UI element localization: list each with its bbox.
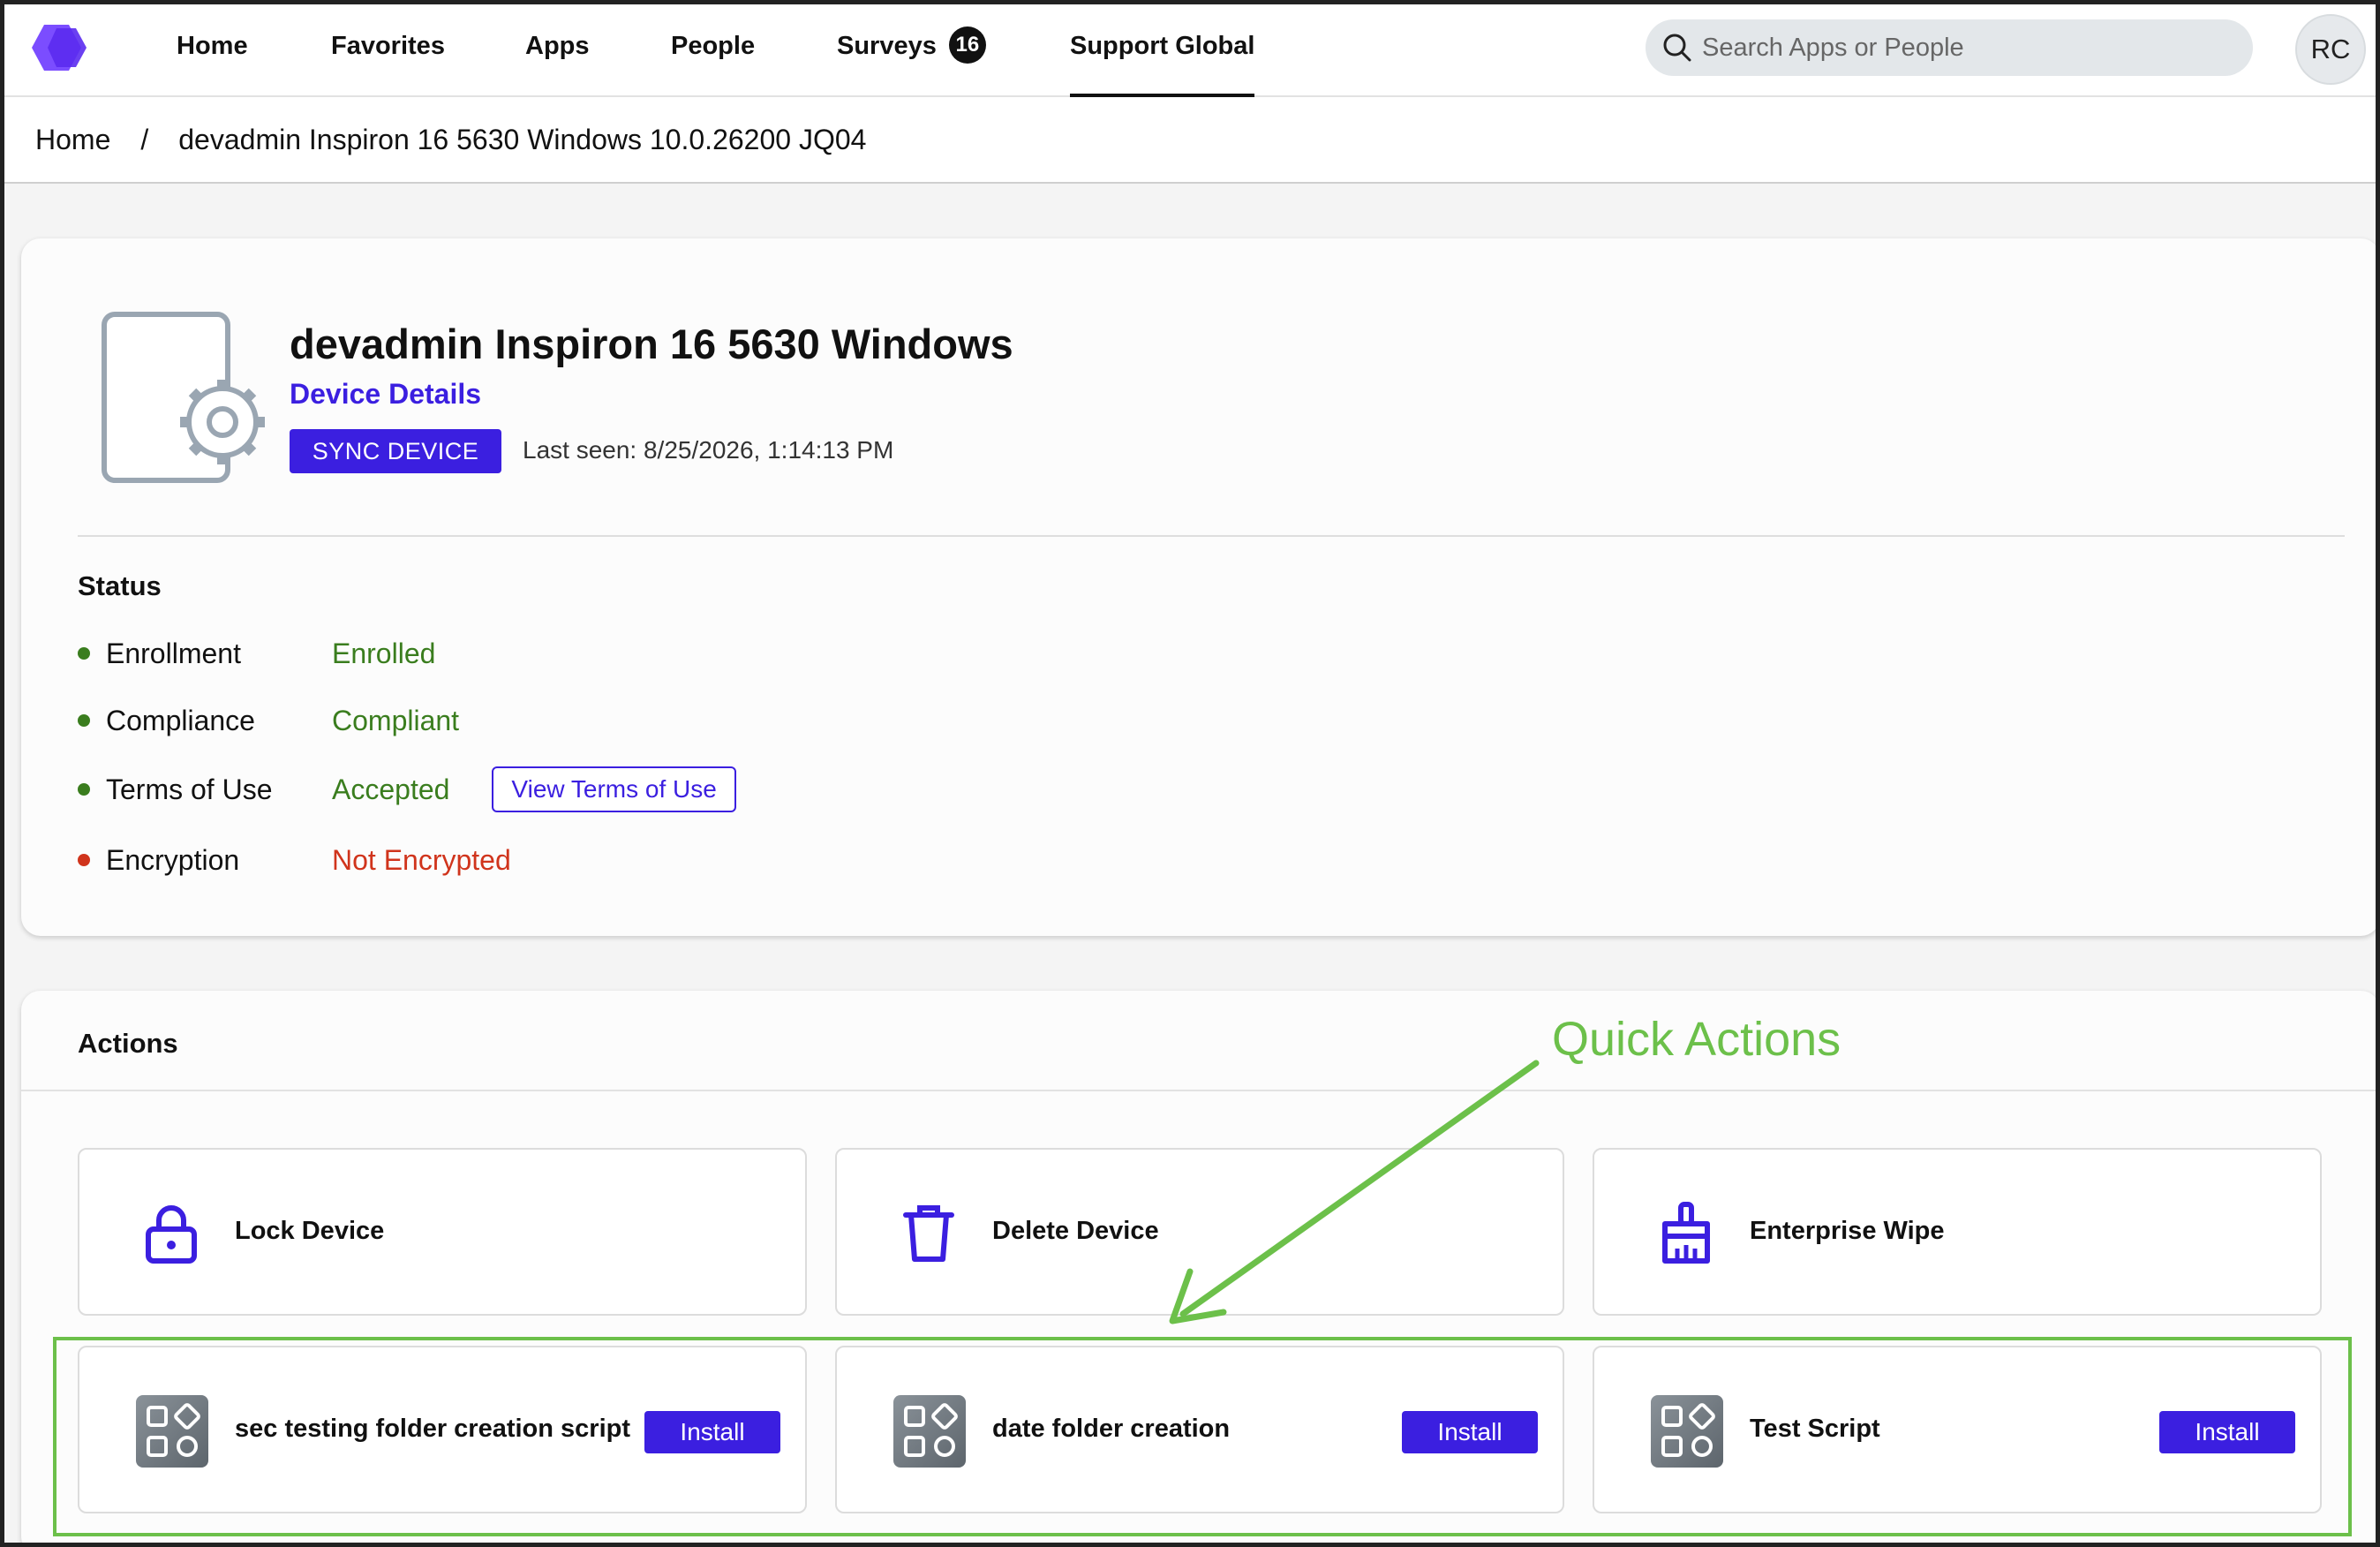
status-row-compliance: Compliance Compliant xyxy=(78,701,459,740)
status-dot-green xyxy=(78,783,90,796)
status-label: Compliance xyxy=(106,704,255,736)
search-input[interactable] xyxy=(1702,33,2232,63)
lock-icon xyxy=(146,1205,197,1264)
device-settings-icon xyxy=(102,312,265,483)
search-box[interactable] xyxy=(1646,19,2253,76)
status-heading: Status xyxy=(78,570,162,601)
view-terms-of-use-button[interactable]: View Terms of Use xyxy=(492,766,736,812)
status-dot-green xyxy=(78,647,90,660)
last-seen-text: Last seen: 8/25/2026, 1:14:13 PM xyxy=(523,436,894,464)
nav-apps[interactable]: Apps xyxy=(525,28,590,97)
nav-support-global[interactable]: Support Global xyxy=(1070,28,1255,97)
status-dot-green xyxy=(78,714,90,727)
breadcrumb-separator: / xyxy=(140,123,149,155)
status-label: Terms of Use xyxy=(106,773,273,805)
sync-device-button[interactable]: SYNC DEVICE xyxy=(290,429,501,473)
device-details-link[interactable]: Device Details xyxy=(290,378,481,411)
nav-home[interactable]: Home xyxy=(177,28,248,97)
top-navigation: Home Favorites Apps People Surveys 16 Sup… xyxy=(0,0,2380,97)
trash-icon xyxy=(903,1205,954,1262)
status-label: Enrollment xyxy=(106,637,241,669)
status-label: Encryption xyxy=(106,843,240,876)
status-row-encryption: Encryption Not Encrypted xyxy=(78,841,511,879)
nav-surveys-label: Surveys xyxy=(837,32,937,60)
quick-actions-annotation-label: Quick Actions xyxy=(1552,1013,1841,1066)
nav-people[interactable]: People xyxy=(671,28,755,97)
status-value: Accepted xyxy=(332,773,450,805)
status-value: Compliant xyxy=(332,704,460,736)
annotation-arrow-icon xyxy=(1169,1060,1540,1324)
status-row-enrollment: Enrollment Enrolled xyxy=(78,634,435,673)
user-avatar[interactable]: RC xyxy=(2295,14,2366,85)
status-value: Enrolled xyxy=(332,637,436,669)
breadcrumb-home-link[interactable]: Home xyxy=(35,124,110,156)
status-dot-red xyxy=(78,854,90,866)
search-icon xyxy=(1663,34,1691,62)
quick-actions-highlight-box xyxy=(53,1337,2352,1536)
breadcrumb: Home / devadmin Inspiron 16 5630 Windows… xyxy=(0,97,2380,184)
broom-icon xyxy=(1662,1202,1710,1264)
device-card: devadmin Inspiron 16 5630 Windows Device… xyxy=(21,238,2380,936)
section-divider xyxy=(78,535,2345,537)
status-row-terms-of-use: Terms of Use Accepted View Terms of Use xyxy=(78,765,736,814)
breadcrumb-current: devadmin Inspiron 16 5630 Windows 10.0.2… xyxy=(178,123,867,155)
lock-device-tile[interactable]: Lock Device xyxy=(78,1148,807,1316)
device-title: devadmin Inspiron 16 5630 Windows xyxy=(290,321,1013,367)
actions-heading: Actions xyxy=(78,1028,178,1059)
tile-label: Lock Device xyxy=(235,1217,385,1245)
nav-favorites[interactable]: Favorites xyxy=(331,28,445,97)
surveys-count-badge: 16 xyxy=(948,26,986,64)
app-logo-icon[interactable] xyxy=(25,19,92,76)
tile-label: Enterprise Wipe xyxy=(1750,1217,1945,1245)
status-value: Not Encrypted xyxy=(332,843,511,876)
enterprise-wipe-tile[interactable]: Enterprise Wipe xyxy=(1593,1148,2322,1316)
nav-surveys[interactable]: Surveys 16 xyxy=(837,26,986,97)
tile-label: Delete Device xyxy=(992,1217,1159,1245)
